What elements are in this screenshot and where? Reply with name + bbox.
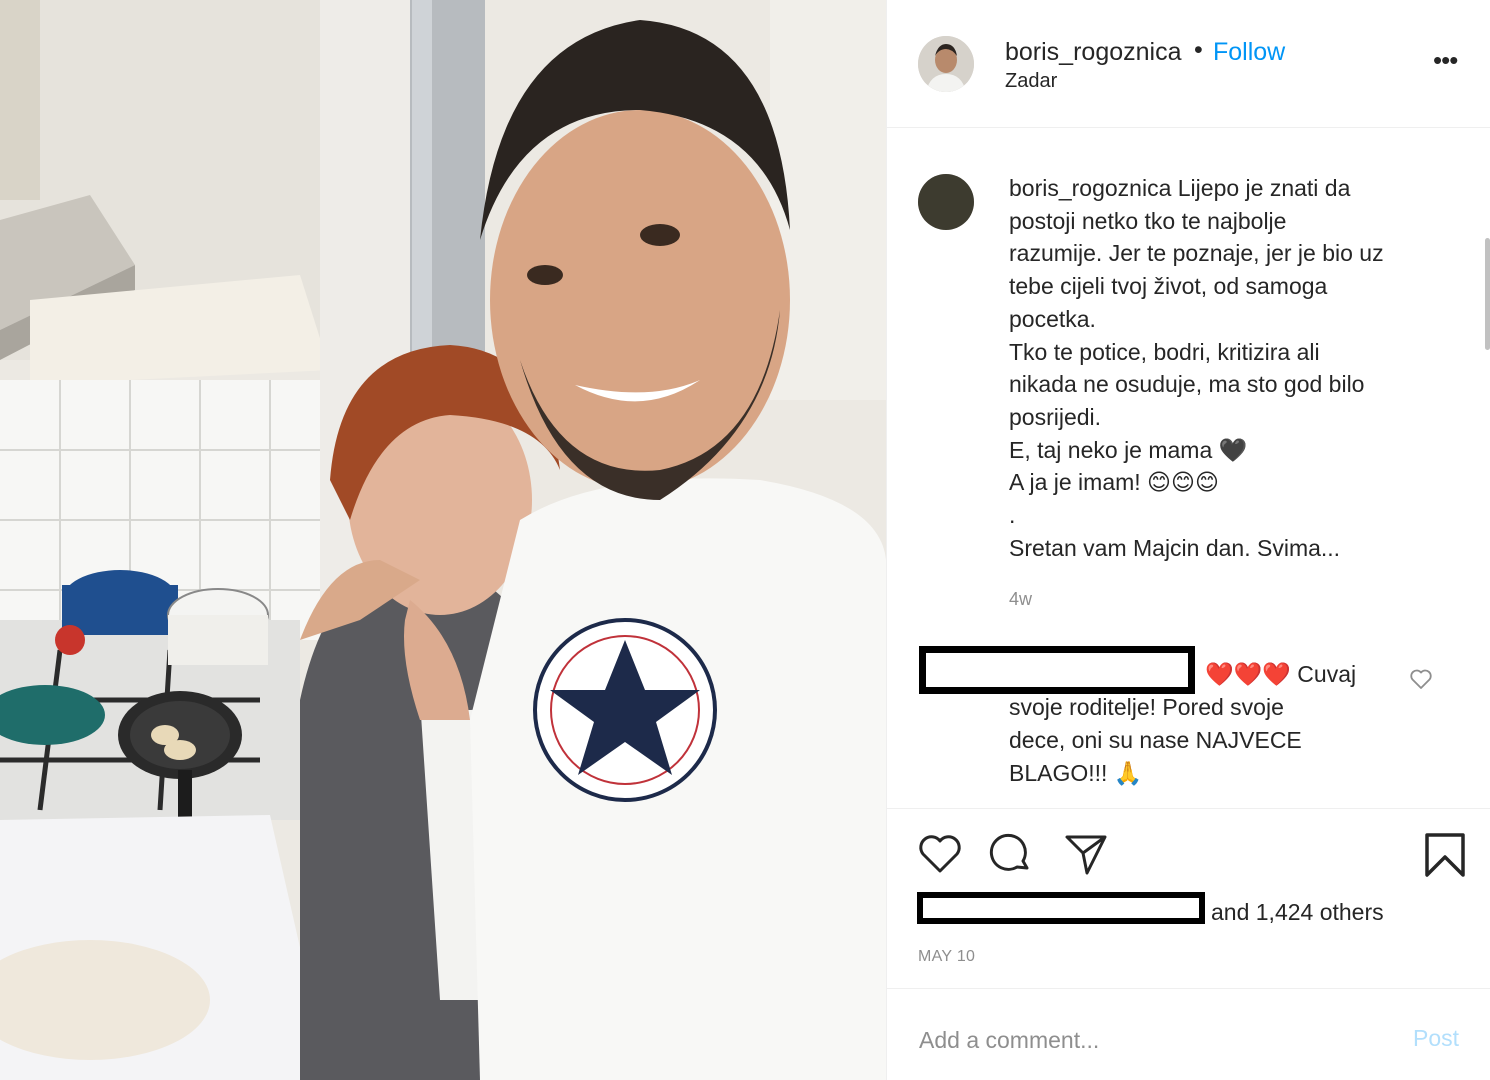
author-username[interactable]: boris_rogoznica bbox=[1005, 38, 1182, 67]
caption-line: postoji netko tko te najbolje bbox=[1009, 207, 1287, 234]
share-paper-plane-icon[interactable] bbox=[1063, 831, 1109, 877]
selfie-photo-illustration bbox=[0, 0, 886, 1080]
comment-line: ❤️❤️❤️ Cuvaj bbox=[1205, 661, 1357, 687]
caption-line: pocetka. bbox=[1009, 305, 1096, 332]
comment-like-heart-icon[interactable] bbox=[1409, 668, 1433, 690]
author-avatar[interactable] bbox=[918, 36, 974, 92]
caption-line: Tko te potice, bodri, kritizira ali bbox=[1009, 338, 1320, 365]
caption-line: posrijedi. bbox=[1009, 403, 1102, 430]
commenter-avatar[interactable] bbox=[918, 174, 974, 230]
comment-text: ❤️❤️❤️ Cuvaj svoje roditelje! Pored svoj… bbox=[1009, 658, 1429, 790]
save-bookmark-icon[interactable] bbox=[1423, 831, 1467, 879]
comment-line: svoje roditelje! Pored svoje bbox=[1009, 694, 1284, 720]
post-header: boris_rogoznica • Follow Zadar ••• bbox=[887, 0, 1490, 128]
redacted-liker-name bbox=[917, 892, 1205, 924]
comment-input[interactable] bbox=[917, 1019, 1361, 1061]
separator-dot: • bbox=[1194, 36, 1203, 64]
author-avatar-image bbox=[918, 36, 974, 92]
post-photo[interactable] bbox=[0, 0, 886, 1080]
post-caption: boris_rogoznica Lijepo je znati da posto… bbox=[1009, 172, 1449, 564]
caption-timestamp[interactable]: 4w bbox=[1009, 589, 1032, 610]
caption-line: E, taj neko je mama 🖤 bbox=[1009, 436, 1248, 463]
caption-line: . bbox=[1009, 502, 1016, 529]
post-details-panel: boris_rogoznica • Follow Zadar ••• boris… bbox=[886, 0, 1490, 1080]
caption-line: tebe cijeli tvoj život, od samoga bbox=[1009, 273, 1328, 300]
comment-line: BLAGO!!! 🙏 bbox=[1009, 760, 1143, 786]
caption-line: Sretan vam Majcin dan. Svima... bbox=[1009, 534, 1341, 561]
caption-first-line: boris_rogoznica Lijepo je znati da bbox=[1009, 172, 1449, 205]
post-actions: and 1,424 others MAY 10 bbox=[887, 808, 1490, 988]
location-link[interactable]: Zadar bbox=[1005, 70, 1057, 93]
like-heart-icon[interactable] bbox=[917, 833, 963, 875]
caption-line: nikada ne osuduje, ma sto god bilo bbox=[1009, 371, 1365, 398]
caption-line: A ja je imam! 😊😊😊 bbox=[1009, 469, 1219, 496]
post-date[interactable]: MAY 10 bbox=[918, 948, 975, 966]
caption-line: razumije. Jer te poznaje, jer je bio uz bbox=[1009, 240, 1384, 267]
more-options-button[interactable]: ••• bbox=[1433, 47, 1458, 73]
likes-count[interactable]: and 1,424 others bbox=[1211, 899, 1384, 926]
post-comment-button[interactable]: Post bbox=[1413, 1025, 1459, 1052]
comment-line: dece, oni su nase NAJVECE bbox=[1009, 727, 1302, 753]
caption-text: Lijepo je znati da bbox=[1177, 175, 1351, 201]
add-comment-bar: Post bbox=[887, 988, 1490, 1080]
comments-scrollbar[interactable] bbox=[1485, 238, 1490, 350]
caption-username[interactable]: boris_rogoznica bbox=[1009, 175, 1171, 201]
comments-section[interactable]: boris_rogoznica Lijepo je znati da posto… bbox=[887, 128, 1490, 808]
follow-button[interactable]: Follow bbox=[1213, 38, 1285, 67]
comment-bubble-icon[interactable] bbox=[989, 833, 1035, 875]
